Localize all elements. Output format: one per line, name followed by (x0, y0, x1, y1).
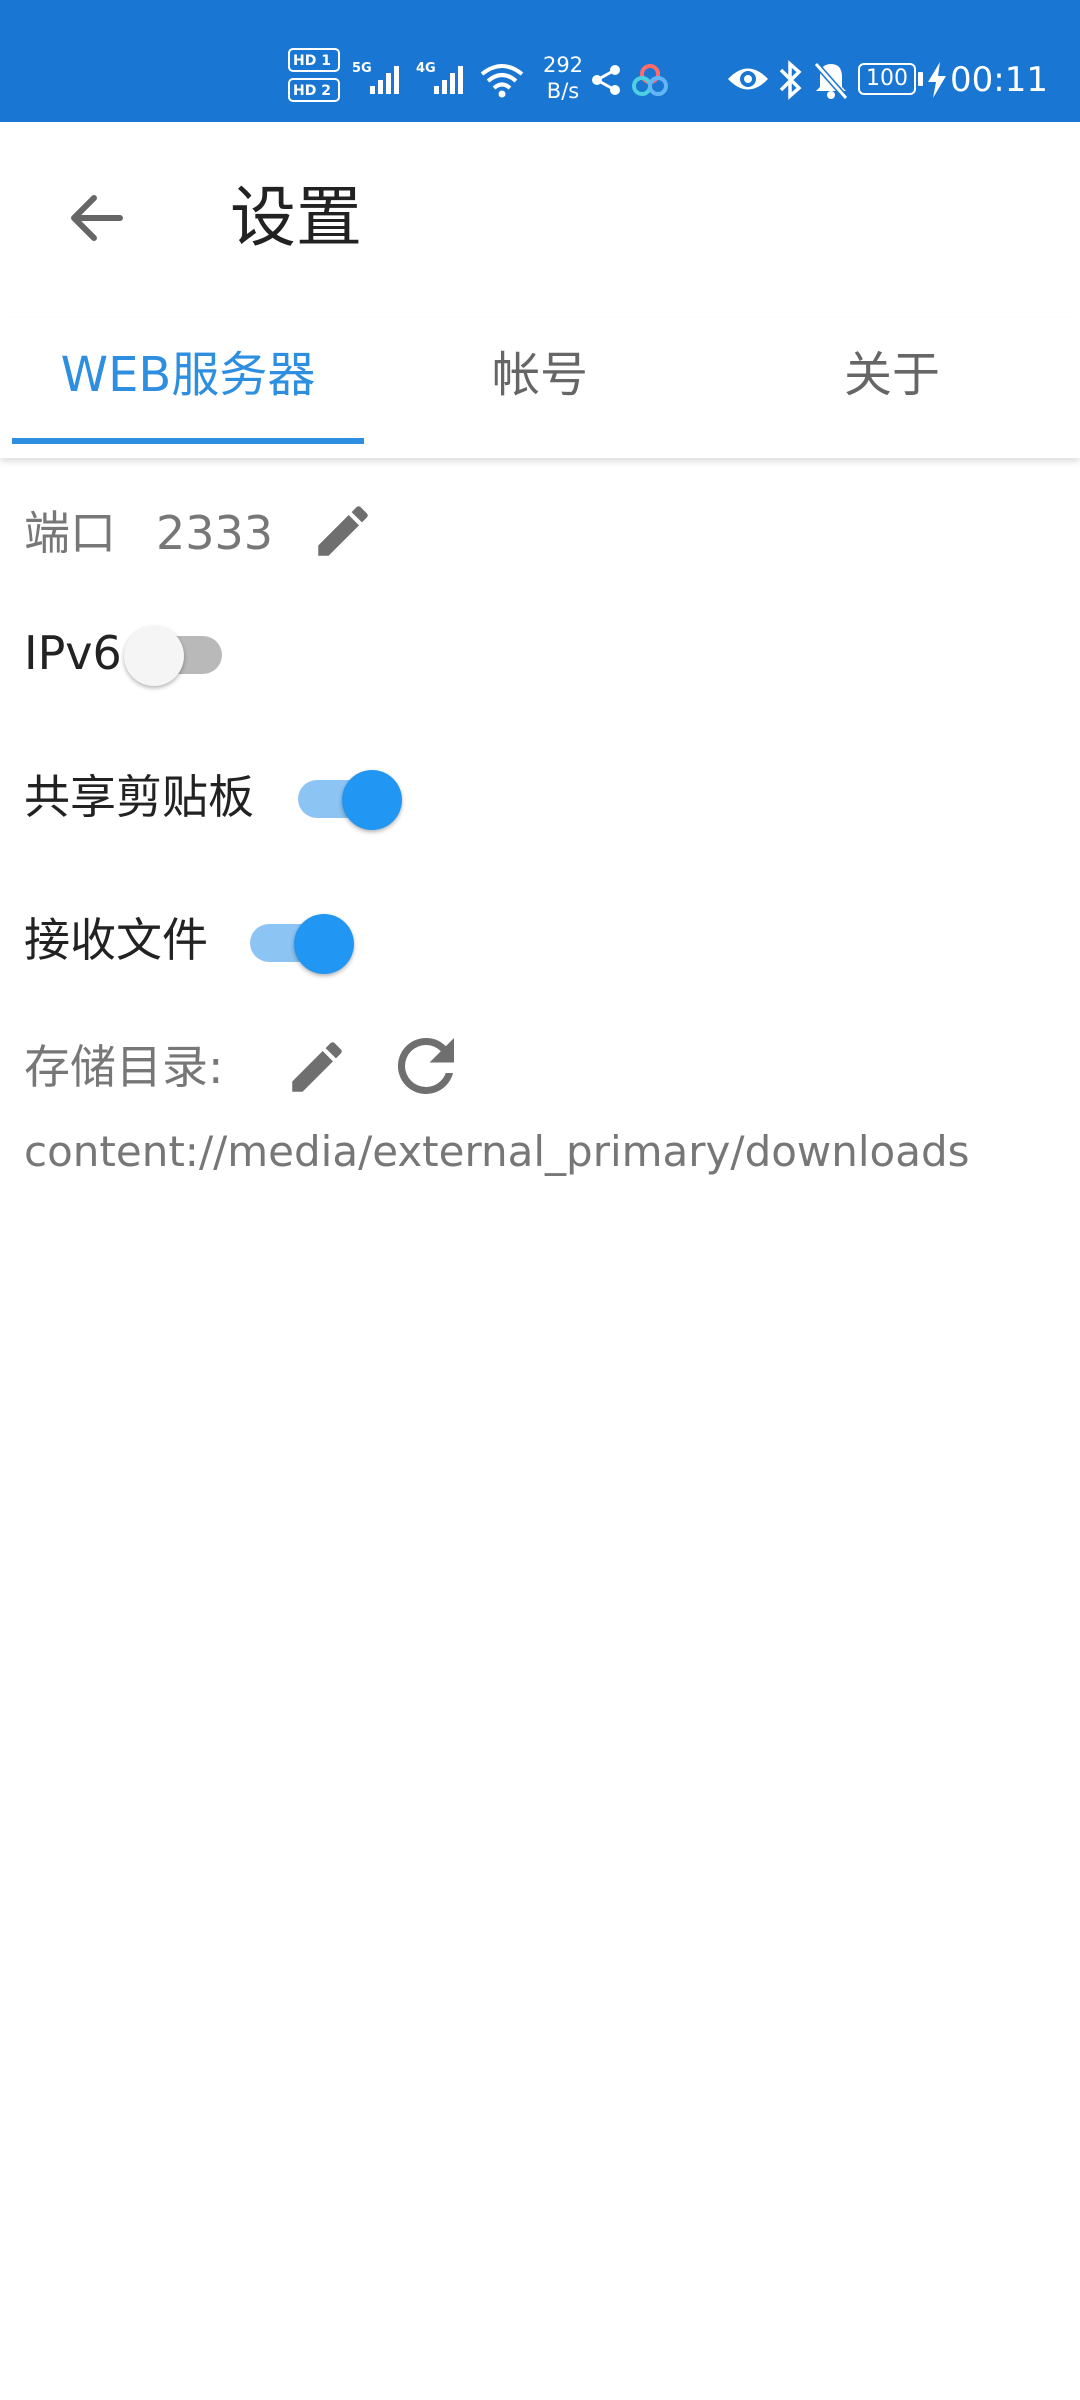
ipv6-label: IPv6 (24, 626, 122, 680)
ipv6-toggle[interactable] (124, 616, 226, 686)
port-value: 2333 (156, 506, 274, 560)
share-icon (592, 65, 620, 95)
net-speed-value: 292 (542, 53, 584, 77)
clock: 00:11 (950, 60, 1048, 100)
status-bar: HD 1 HD 2 5G 4G 292 B/s 100 00:11 (0, 0, 1080, 122)
page-title: 设置 (230, 179, 362, 256)
clipboard-toggle[interactable] (290, 760, 402, 830)
refresh-icon[interactable] (384, 1024, 468, 1108)
edit-storage-pencil-icon[interactable] (284, 1034, 350, 1100)
bell-off-icon (813, 62, 849, 100)
eye-icon (728, 68, 768, 90)
storage-path: content://media/external_primary/downloa… (24, 1127, 970, 1176)
app-icon (632, 64, 668, 96)
receive-files-toggle-thumb (294, 914, 354, 974)
tab-web-server[interactable]: WEB服务器 (12, 318, 364, 444)
port-label: 端口 (24, 506, 116, 560)
net-speed: 292 B/s (532, 52, 594, 104)
back-arrow-icon[interactable] (58, 180, 134, 256)
tab-about[interactable]: 关于 (716, 318, 1068, 444)
edit-port-pencil-icon[interactable] (310, 498, 376, 564)
battery-tip (918, 72, 923, 86)
tab-indicator (12, 438, 364, 444)
battery-icon: 100 (858, 63, 916, 95)
net-speed-unit: B/s (546, 79, 580, 103)
charging-icon (928, 62, 946, 98)
net4g-label: 4G (416, 61, 436, 76)
sim1-badge: HD 1 (288, 48, 340, 72)
signal-4g-icon: 4G (416, 61, 463, 94)
clipboard-label: 共享剪贴板 (24, 770, 254, 824)
ipv6-toggle-thumb (124, 626, 184, 686)
storage-dir-label: 存储目录: (24, 1040, 224, 1094)
receive-files-label: 接收文件 (24, 913, 208, 967)
receive-files-toggle[interactable] (242, 904, 354, 974)
bluetooth-icon (779, 60, 802, 100)
clipboard-toggle-thumb (342, 770, 402, 830)
net5g-label: 5G (352, 61, 372, 76)
sim-badges: HD 1 HD 2 (288, 48, 344, 110)
tab-account[interactable]: 帐号 (364, 318, 716, 444)
sim2-badge: HD 2 (288, 78, 340, 102)
signal-5g-icon: 5G (352, 61, 399, 94)
wifi-icon (480, 64, 524, 98)
tab-bar: WEB服务器 帐号 关于 (0, 318, 1080, 458)
